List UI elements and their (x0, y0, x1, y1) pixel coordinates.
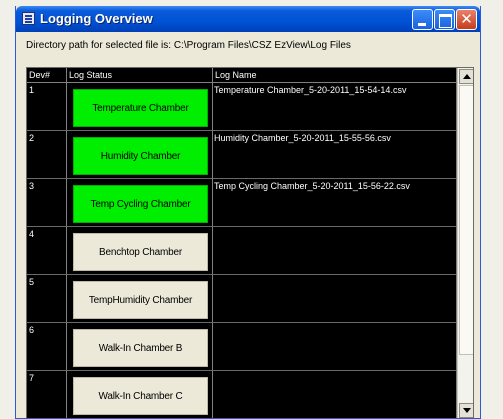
maximize-button[interactable] (434, 9, 455, 30)
log-name-cell[interactable] (213, 371, 457, 418)
arrow-down-icon[interactable] (459, 403, 473, 418)
log-status-cell: TempHumidity Chamber (67, 275, 213, 323)
close-icon: ✕ (460, 10, 473, 28)
close-button[interactable]: ✕ (456, 9, 477, 30)
log-status-cell: Temperature Chamber (67, 83, 213, 131)
log-name-cell[interactable]: Temperature Chamber_5-20-2011_15-54-14.c… (213, 83, 457, 131)
logging-overview-window: Logging Overview ✕ Directory path for se… (15, 6, 481, 419)
device-number-cell: 4 (27, 227, 67, 275)
log-status-cell: Temp Cycling Chamber (67, 179, 213, 227)
window-title: Logging Overview (40, 11, 153, 26)
app-window-icon (22, 12, 35, 25)
vertical-scrollbar[interactable] (457, 68, 473, 418)
device-number-cell: 1 (27, 83, 67, 131)
log-status-button[interactable]: Walk-In Chamber C (73, 377, 208, 415)
log-status-button[interactable]: Humidity Chamber (73, 137, 208, 175)
device-number-cell: 2 (27, 131, 67, 179)
device-number-cell: 6 (27, 323, 67, 371)
column-header-dev[interactable]: Dev# (27, 68, 67, 83)
log-status-button[interactable]: TempHumidity Chamber (73, 281, 208, 319)
log-status-cell: Walk-In Chamber C (67, 371, 213, 418)
directory-path-label: Directory path for selected file is: C:\… (26, 40, 351, 51)
log-name-cell[interactable]: Humidity Chamber_5-20-2011_15-55-56.csv (213, 131, 457, 179)
minimize-button[interactable] (412, 9, 433, 30)
log-status-button[interactable]: Temp Cycling Chamber (73, 185, 208, 223)
device-number-cell: 3 (27, 179, 67, 227)
scrollbar-thumb[interactable] (459, 85, 473, 355)
log-name-cell[interactable] (213, 227, 457, 275)
log-name-cell[interactable] (213, 275, 457, 323)
log-table: Dev# Log Status Log Name 1 Temperature Ch… (26, 67, 474, 418)
log-name-cell[interactable] (213, 323, 457, 371)
device-number-cell: 7 (27, 371, 67, 418)
log-name-cell[interactable]: Temp Cycling Chamber_5-20-2011_15-56-22.… (213, 179, 457, 227)
log-status-cell: Humidity Chamber (67, 131, 213, 179)
title-bar[interactable]: Logging Overview ✕ (16, 6, 480, 32)
log-status-cell: Benchtop Chamber (67, 227, 213, 275)
log-status-cell: Walk-In Chamber B (67, 323, 213, 371)
log-status-button[interactable]: Benchtop Chamber (73, 233, 208, 271)
column-header-log-name[interactable]: Log Name (213, 68, 457, 83)
log-status-button[interactable]: Temperature Chamber (73, 89, 208, 127)
device-number-cell: 5 (27, 275, 67, 323)
column-header-log-status[interactable]: Log Status (67, 68, 213, 83)
log-status-button[interactable]: Walk-In Chamber B (73, 329, 208, 367)
arrow-up-icon[interactable] (459, 69, 473, 84)
